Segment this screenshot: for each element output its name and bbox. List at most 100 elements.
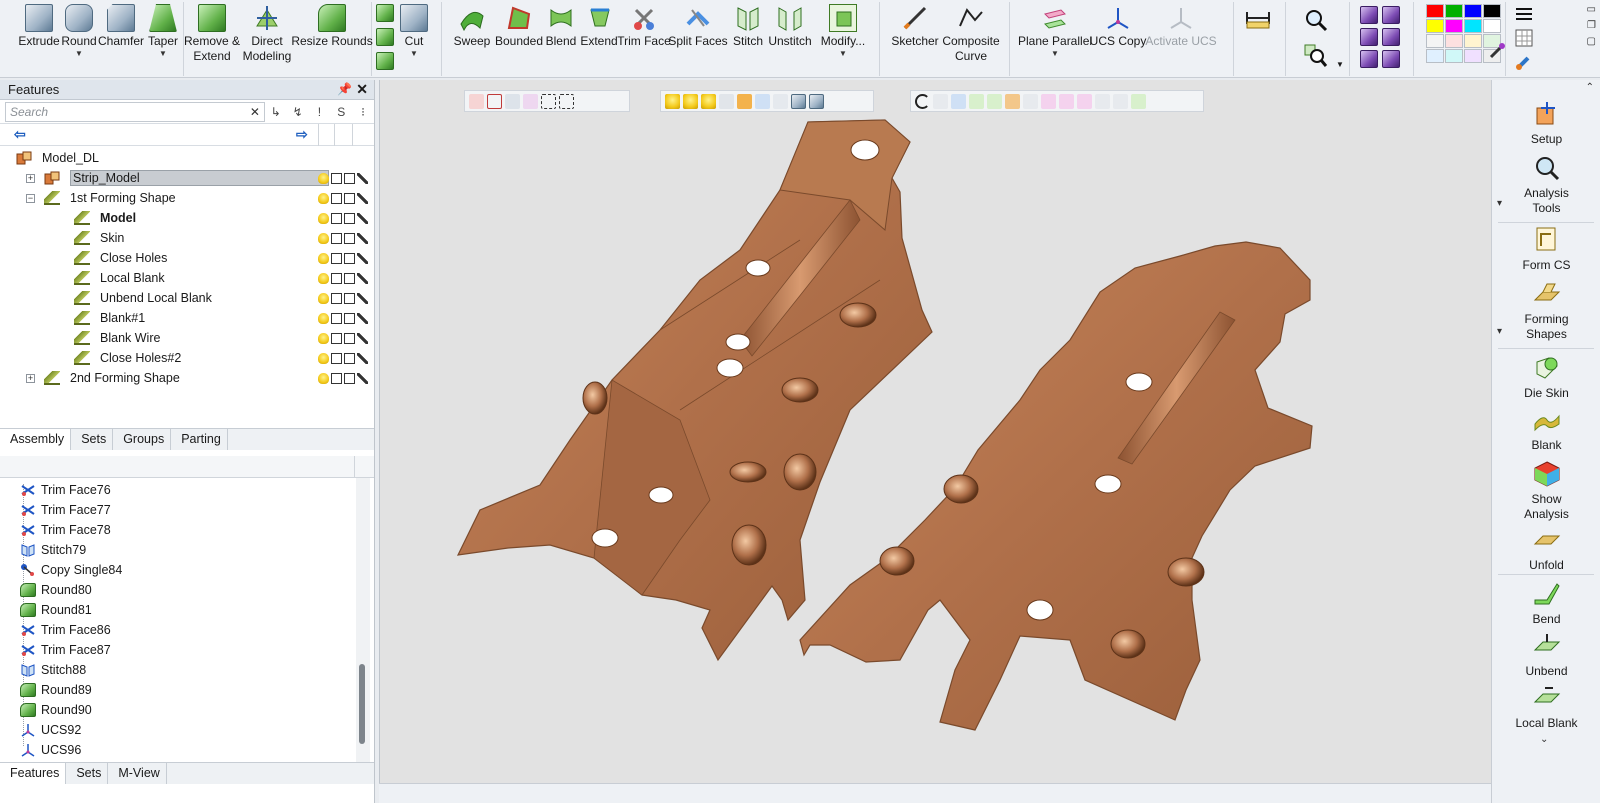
chevron-down-icon[interactable]: ▼: [75, 49, 83, 58]
visibility-bulb-icon[interactable]: [318, 292, 329, 304]
blend-button[interactable]: Blend: [544, 2, 578, 49]
display-mode-icon[interactable]: [331, 192, 342, 204]
tree-item-skin[interactable]: Skin: [0, 228, 372, 248]
expand-icon[interactable]: +: [26, 373, 35, 383]
die-skin-button[interactable]: Die Skin: [1492, 354, 1600, 401]
show-analysis-button[interactable]: Show Analysis: [1492, 460, 1600, 522]
close-icon[interactable]: ✕: [356, 81, 368, 98]
layer-icon[interactable]: [344, 192, 355, 204]
visibility-bulb-icon[interactable]: [318, 192, 329, 204]
color-swatch[interactable]: [1464, 4, 1482, 18]
chevron-down-icon[interactable]: ▾: [1497, 198, 1502, 209]
layer-icon[interactable]: [344, 212, 355, 224]
view-top-icon[interactable]: [1360, 28, 1378, 46]
zoom-window-icon[interactable]: [1304, 44, 1328, 68]
tree-item-close-holes-2[interactable]: Close Holes#2: [0, 348, 372, 368]
edit-icon[interactable]: [357, 252, 368, 264]
chamfer-button[interactable]: Chamfer: [98, 2, 144, 49]
tree-item-blank-1[interactable]: Blank#1: [0, 308, 372, 328]
history-item[interactable]: Round89: [20, 680, 92, 700]
visibility-bulb-icon[interactable]: [318, 252, 329, 264]
boolean-intersect-icon[interactable]: [376, 52, 394, 70]
measure-button[interactable]: [1242, 2, 1274, 32]
history-item[interactable]: Trim Face87: [20, 640, 111, 660]
sketcher-button[interactable]: Sketcher: [890, 2, 940, 49]
resize-rounds-button[interactable]: Resize Rounds: [291, 2, 373, 49]
arrow-left-icon[interactable]: ⇦: [14, 126, 26, 143]
visibility-bulb-icon[interactable]: [318, 232, 329, 244]
tab-groups[interactable]: Groups: [113, 429, 172, 450]
analysis-tools-button[interactable]: Analysis Tools: [1492, 154, 1600, 216]
pin-icon[interactable]: 📌: [337, 82, 352, 96]
visibility-bulb-icon[interactable]: [318, 172, 329, 184]
history-item[interactable]: Trim Face76: [20, 480, 111, 500]
history-item[interactable]: Round90: [20, 700, 92, 720]
color-swatch[interactable]: [1483, 19, 1501, 33]
activate-ucs-button[interactable]: Activate UCS: [1145, 2, 1217, 49]
edit-icon[interactable]: [357, 352, 368, 364]
history-item[interactable]: Stitch79: [20, 540, 86, 560]
clear-search-icon[interactable]: ✕: [250, 103, 260, 121]
chevron-down-icon[interactable]: ▼: [410, 49, 418, 58]
edit-icon[interactable]: [357, 192, 368, 204]
eyedropper-icon[interactable]: [1488, 42, 1506, 60]
layer-icon[interactable]: [344, 252, 355, 264]
round-button[interactable]: Round ▼: [61, 2, 97, 58]
layer-icon[interactable]: [344, 312, 355, 324]
sweep-button[interactable]: Sweep: [454, 2, 490, 49]
edit-icon[interactable]: [357, 172, 368, 184]
view-left-icon[interactable]: [1360, 50, 1378, 68]
chevron-down-icon[interactable]: ▼: [1051, 49, 1059, 58]
ucs-copy-button[interactable]: UCS Copy: [1090, 2, 1146, 49]
layer-icon[interactable]: [344, 372, 355, 384]
layer-icon[interactable]: [344, 172, 355, 184]
visibility-bulb-icon[interactable]: [318, 352, 329, 364]
tree-item-model-dl[interactable]: Model_DL: [0, 148, 372, 168]
unstitch-button[interactable]: Unstitch: [766, 2, 814, 49]
history-item[interactable]: UCS92: [20, 720, 81, 740]
zoom-fit-icon[interactable]: [1304, 8, 1328, 32]
edit-icon[interactable]: [357, 372, 368, 384]
history-item[interactable]: Round81: [20, 600, 92, 620]
setup-button[interactable]: Setup: [1492, 100, 1600, 147]
color-swatch[interactable]: [1464, 34, 1482, 48]
display-mode-icon[interactable]: [331, 272, 342, 284]
tab-assembly[interactable]: Assembly: [0, 429, 72, 450]
color-swatch[interactable]: [1445, 34, 1463, 48]
extrude-button[interactable]: Extrude: [18, 2, 60, 49]
edit-icon[interactable]: [357, 312, 368, 324]
color-swatch[interactable]: [1445, 4, 1463, 18]
tree-item-strip-model[interactable]: + Strip_Model: [0, 168, 372, 188]
tree-item-blank-wire[interactable]: Blank Wire: [0, 328, 372, 348]
composite-curve-button[interactable]: Composite Curve: [942, 2, 1000, 64]
display-mode-icon[interactable]: [331, 312, 342, 324]
history-item[interactable]: Trim Face78: [20, 520, 111, 540]
tree-item-local-blank[interactable]: Local Blank: [0, 268, 372, 288]
history-item[interactable]: Trim Face77: [20, 500, 111, 520]
color-swatch[interactable]: [1426, 19, 1444, 33]
expand-icon[interactable]: +: [26, 173, 35, 183]
history-item[interactable]: Copy Single84: [20, 560, 122, 580]
close-icon[interactable]: ▢: [1587, 36, 1596, 47]
cut-button[interactable]: Cut ▼: [398, 2, 430, 58]
filter-icon[interactable]: ↳: [265, 105, 287, 119]
filter-hidden-icon[interactable]: ⁝: [352, 105, 374, 119]
collapse-panel-icon[interactable]: ⌃: [1586, 82, 1594, 93]
tree-item-close-holes[interactable]: Close Holes: [0, 248, 372, 268]
display-mode-icon[interactable]: [331, 352, 342, 364]
local-blank-button[interactable]: Local Blank: [1492, 684, 1600, 731]
tab-parting[interactable]: Parting: [171, 429, 228, 450]
view-iso-icon[interactable]: [1360, 6, 1378, 24]
chevron-down-icon[interactable]: ▼: [1336, 60, 1344, 69]
tab-sets[interactable]: Sets: [71, 429, 114, 450]
visibility-bulb-icon[interactable]: [318, 272, 329, 284]
color-swatch[interactable]: [1483, 4, 1501, 18]
blank-button[interactable]: Blank: [1492, 406, 1600, 453]
graphics-viewport[interactable]: [379, 80, 1491, 783]
view-right-icon[interactable]: [1382, 28, 1400, 46]
edit-icon[interactable]: [357, 292, 368, 304]
unbend-button[interactable]: Unbend: [1492, 632, 1600, 679]
color-swatch[interactable]: [1426, 4, 1444, 18]
color-swatch[interactable]: [1464, 19, 1482, 33]
bounded-button[interactable]: Bounded: [494, 2, 544, 49]
